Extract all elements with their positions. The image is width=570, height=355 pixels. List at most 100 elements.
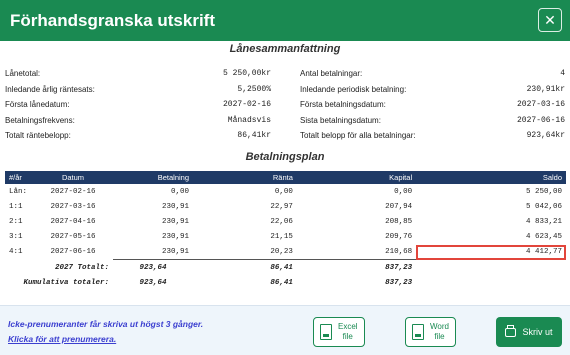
summary-row: Betalningsfrekvens: Månadsvis [5,113,271,129]
cell-principal: 0,00 [394,187,413,196]
word-file-button[interactable]: Word file [405,317,456,347]
table-row: 2:1 2027-04-16 230,91 22,06 208,85 4 833… [5,214,566,229]
cell-date: 2027-02-16 [50,187,96,196]
close-icon: ✕ [544,12,556,28]
excel-file-icon [320,324,332,340]
summary-value: 923,64kr [526,131,565,141]
summary-row: Antal betalningar: 4 [300,66,565,82]
summary-row: Inledande periodisk betalning: 230,91kr [300,82,565,98]
cumulative-interest: 86,41 [270,278,293,287]
cell-principal: 207,94 [385,202,413,211]
year-total-row: 2027 Totalt: 923,64 86,41 837,23 [5,260,566,275]
table-header-row: #/år Datum Betalning Ränta Kapital Saldo [5,171,566,184]
summary-label: Totalt räntebelopp: [5,131,71,141]
cell-balance: 4 623,45 [525,233,562,242]
table-row: 4:1 2027-06-16 230,91 20,23 210,68 4 412… [5,244,566,261]
summary-label: Antal betalningar: [300,69,363,79]
total-principal: 837,23 [385,263,413,272]
summary-label: Inledande periodisk betalning: [300,84,407,94]
summary-row: Första lånedatum: 2027-02-16 [5,97,271,113]
summary-value: 5 250,00kr [222,69,271,79]
table-row: 3:1 2027-05-16 230,91 21,15 209,76 4 623… [5,230,566,245]
cell-interest: 22,97 [270,202,293,211]
summary-row: Första betalningsdatum: 2027-03-16 [300,97,565,113]
summary-row: Lånetotal: 5 250,00kr [5,66,271,82]
dialog-content: Lånesammanfattning Lånetotal: 5 250,00kr … [0,41,570,305]
subscribe-link[interactable]: Klicka för att prenumerera. [8,334,116,344]
cell-period: 4:1 [9,248,23,257]
summary-row: Totalt belopp för alla betalningar: 923,6… [300,128,565,144]
cell-period: 2:1 [9,217,23,226]
summary-value: Månadsvis [227,115,271,125]
column-header-date: Datum [33,171,113,184]
cumulative-payment: 923,64 [139,278,167,287]
summary-right-column: Antal betalningar: 4 Inledande periodisk … [300,66,565,144]
cell-principal: 208,85 [385,217,413,226]
print-button[interactable]: Skriv ut [496,317,562,347]
table-row: Lån: 2027-02-16 0,00 0,00 0,00 5 250,00 [5,184,566,199]
cumulative-total-label: Kumulativa totaler: [23,278,109,287]
summary-row: Sista betalningsdatum: 2027-06-16 [300,113,565,129]
payment-plan-table: #/år Datum Betalning Ränta Kapital Saldo… [5,171,566,290]
cell-principal: 210,68 [296,244,417,261]
cell-balance: 5 042,06 [525,202,562,211]
dialog-footer: Icke-prenumeranter får skriva ut högst 3… [0,305,570,355]
column-header-period: #/år [5,171,33,184]
cell-date: 2027-03-16 [50,202,96,211]
word-button-line1: Word [430,322,449,331]
cumulative-principal: 837,23 [385,278,413,287]
cell-period: 1:1 [9,202,23,211]
column-header-interest: Ränta [193,171,297,184]
cell-principal: 209,76 [385,233,413,242]
excel-button-line2: file [342,332,353,341]
cell-period: Lån: [9,187,28,196]
cell-payment: 230,91 [161,202,189,211]
summary-label: Första betalningsdatum: [300,100,386,110]
summary-value: 2027-06-16 [516,115,565,125]
summary-value: 4 [560,69,565,79]
cell-period: 3:1 [9,233,23,242]
excel-file-button[interactable]: Excel file [313,317,365,347]
cell-interest: 22,06 [270,217,293,226]
column-header-principal: Kapital [296,171,417,184]
excel-button-label: Excel file [338,322,358,342]
summary-label: Totalt belopp för alla betalningar: [300,131,416,141]
dialog-header: Förhandsgranska utskrift ✕ [0,0,570,41]
cell-balance: 5 250,00 [525,187,562,196]
summary-value: 2027-02-16 [222,100,271,110]
summary-row: Inledande årlig räntesats: 5,2500% [5,82,271,98]
summary-value: 230,91kr [526,84,565,94]
printer-icon [505,324,517,337]
payment-plan-title: Betalningsplan [245,151,325,163]
total-interest: 86,41 [270,263,293,272]
cumulative-total-row: Kumulativa totaler: 923,64 86,41 837,23 [5,275,566,290]
summary-label: Betalningsfrekvens: [5,115,75,125]
summary-value: 5,2500% [237,84,271,94]
close-button[interactable]: ✕ [538,8,562,32]
summary-label: Första lånedatum: [5,100,70,110]
cell-balance-highlighted: 4 412,77 [416,244,566,261]
cell-payment: 0,00 [170,187,189,196]
summary-label: Lånetotal: [5,69,41,79]
cell-interest: 20,23 [193,244,297,261]
cell-payment: 230,91 [161,217,189,226]
excel-button-line1: Excel [338,322,358,331]
word-button-line2: file [434,332,445,341]
cell-date: 2027-06-16 [50,248,96,257]
column-header-payment: Betalning [113,171,193,184]
print-button-label: Skriv ut [522,327,553,337]
total-payment: 923,64 [139,263,167,272]
cell-payment: 230,91 [113,244,193,261]
summary-value: 86,41kr [237,131,271,141]
summary-row: Totalt räntebelopp: 86,41kr [5,128,271,144]
summary-label: Inledande årlig räntesats: [5,84,95,94]
word-file-icon [412,324,424,340]
cell-date: 2027-04-16 [50,217,96,226]
cell-interest: 21,15 [270,233,293,242]
table-row: 1:1 2027-03-16 230,91 22,97 207,94 5 042… [5,199,566,214]
dialog-title: Förhandsgranska utskrift [10,10,215,30]
cell-interest: 0,00 [274,187,293,196]
cell-payment: 230,91 [161,233,189,242]
print-limit-notice: Icke-prenumeranter får skriva ut högst 3… [8,319,204,329]
column-header-balance: Saldo [416,171,566,184]
